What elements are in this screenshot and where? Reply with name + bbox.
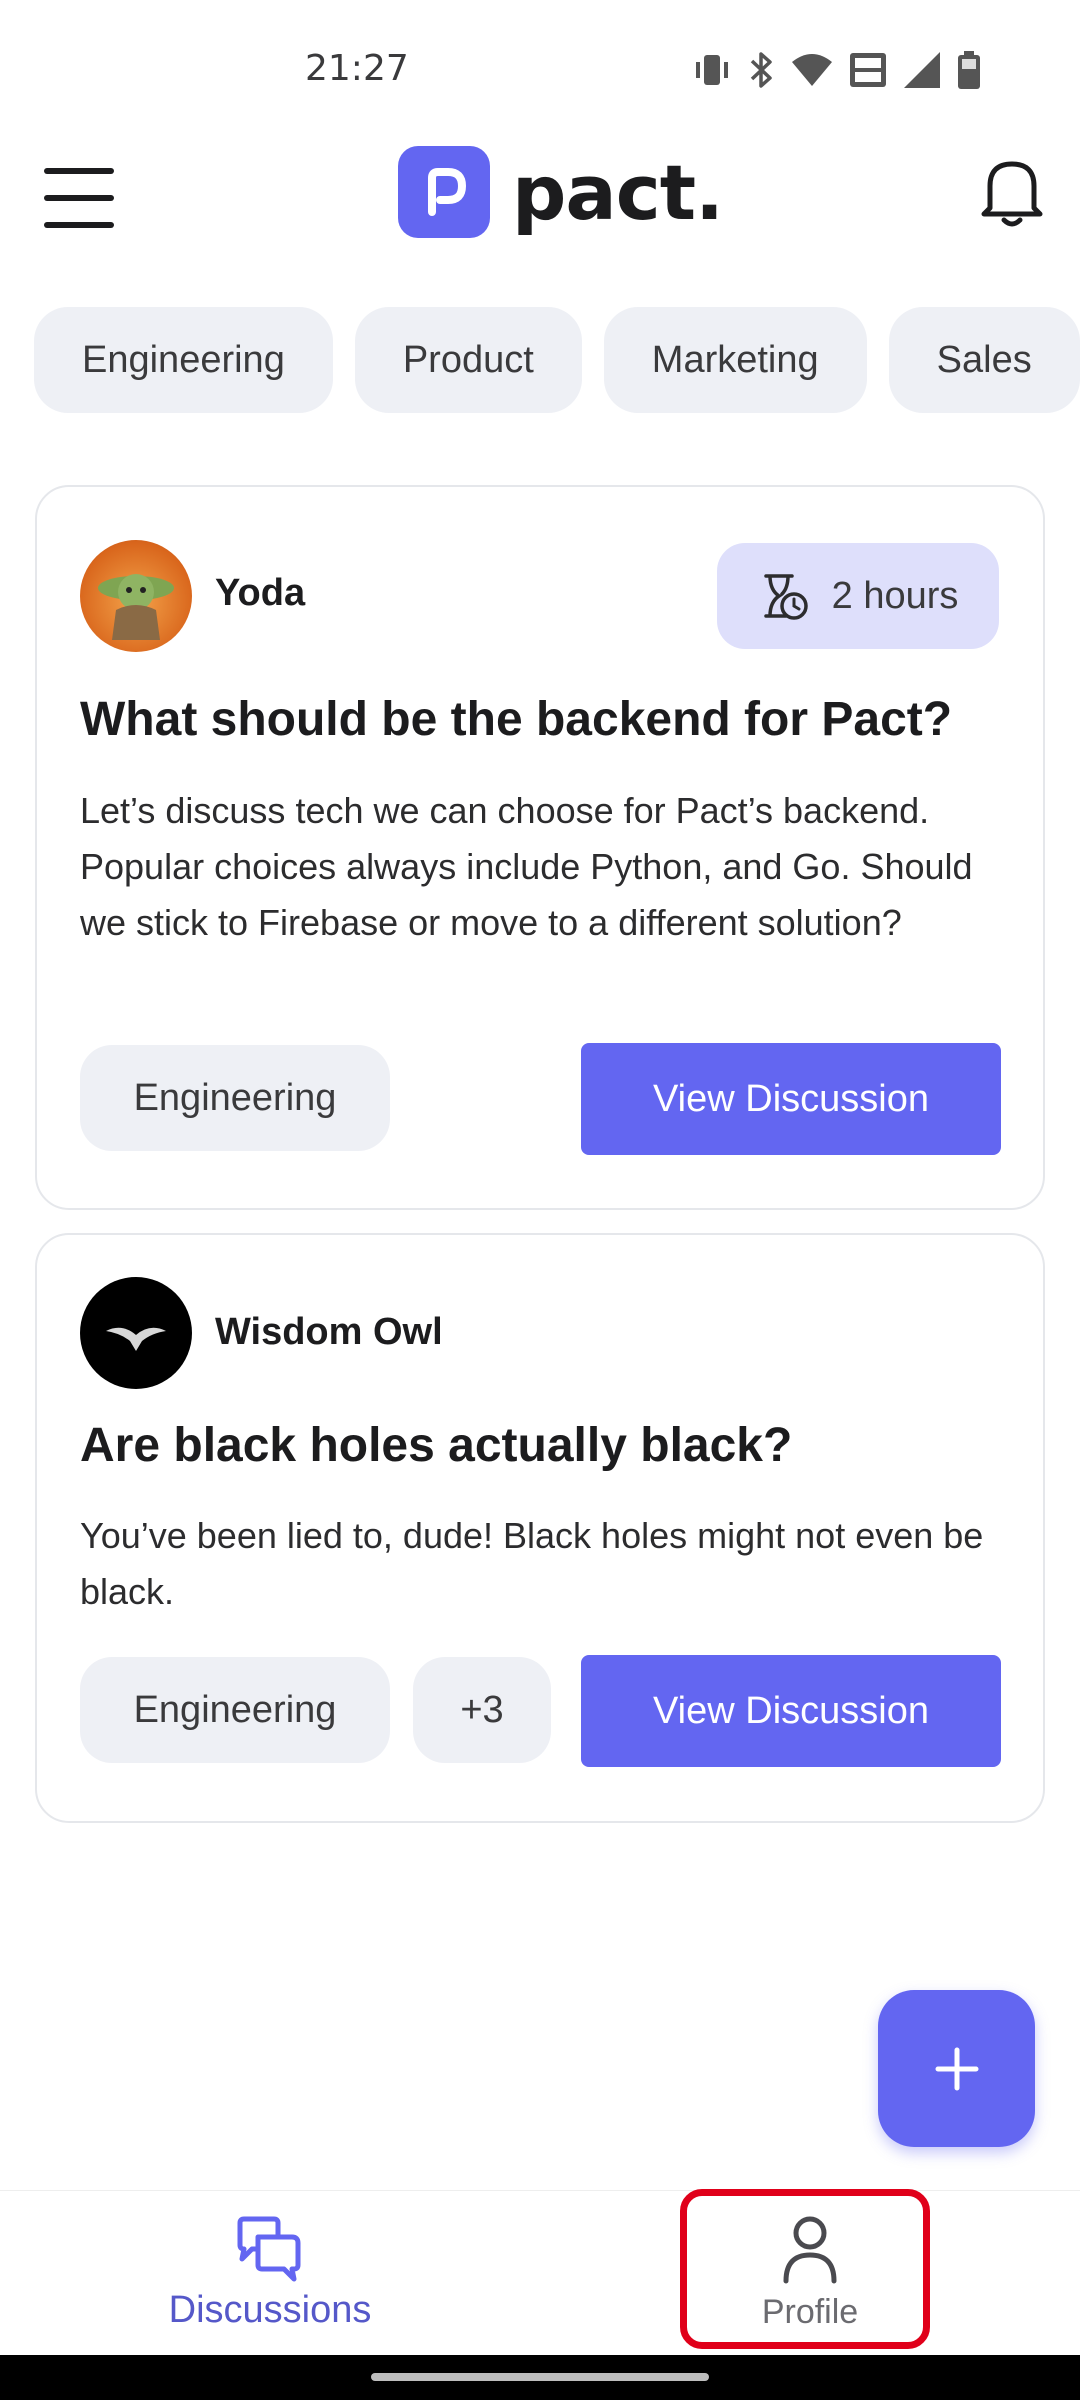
category-chips: Engineering Product Marketing Sales (34, 307, 1080, 415)
post-time: 2 hours (831, 574, 959, 617)
bluetooth-icon (750, 52, 772, 88)
logo-text: pact. (512, 147, 724, 237)
notification-bell-icon[interactable] (976, 154, 1048, 235)
hourglass-clock-icon (763, 574, 808, 620)
view-discussion-button[interactable]: View Discussion (581, 1043, 1001, 1155)
post-body: Let’s discuss tech we can choose for Pac… (80, 790, 973, 943)
post-body: You’ve been lied to, dude! Black holes m… (80, 1515, 984, 1612)
plus-icon (935, 2047, 978, 2090)
status-time: 21:27 (305, 48, 409, 89)
signal-icon (904, 52, 940, 88)
logo-p-icon (428, 168, 466, 216)
battery-icon (958, 51, 980, 89)
wifi-icon (792, 54, 832, 86)
post-title: Are black holes actually black? (80, 1419, 793, 1472)
post-tag-more[interactable]: +3 (413, 1657, 551, 1763)
home-gesture-handle[interactable] (371, 2373, 709, 2381)
nav-discussions[interactable]: Discussions (140, 2215, 400, 2332)
chat-bubbles-icon (237, 2216, 301, 2282)
view-discussion-button[interactable]: View Discussion (581, 1655, 1001, 1767)
post-tag[interactable]: Engineering (80, 1657, 390, 1763)
category-chip-product[interactable]: Product (354, 307, 582, 413)
menu-icon[interactable] (44, 168, 114, 228)
post-title: What should be the backend for Pact? (80, 693, 953, 746)
category-chip-sales[interactable]: Sales (888, 307, 1080, 413)
status-bar: 21:27 (0, 0, 1080, 140)
app-logo: pact. (398, 146, 724, 238)
app-header: pact. (0, 140, 1080, 300)
vibrate-icon (696, 55, 728, 85)
discussion-card[interactable]: Wisdom Owl Are black holes actually blac… (35, 1233, 1045, 1823)
discussion-card[interactable]: Yoda 2 hours What should be the backend … (35, 485, 1045, 1210)
status-icons (692, 50, 982, 90)
nav-discussions-label: Discussions (168, 2289, 372, 2331)
new-discussion-button[interactable] (878, 1990, 1035, 2147)
profile-highlight-box (680, 2189, 930, 2349)
avatar-wisdom-owl (80, 1277, 192, 1389)
volte-icon (850, 53, 886, 87)
category-chip-engineering[interactable]: Engineering (34, 307, 333, 413)
logo-mark (398, 146, 490, 238)
post-author[interactable]: Wisdom Owl (215, 1311, 443, 1354)
gesture-bar (0, 2355, 1080, 2400)
avatar-yoda (80, 540, 192, 652)
post-author[interactable]: Yoda (215, 572, 305, 615)
post-tag[interactable]: Engineering (80, 1045, 390, 1151)
time-badge: 2 hours (717, 543, 999, 649)
category-chip-marketing[interactable]: Marketing (603, 307, 867, 413)
